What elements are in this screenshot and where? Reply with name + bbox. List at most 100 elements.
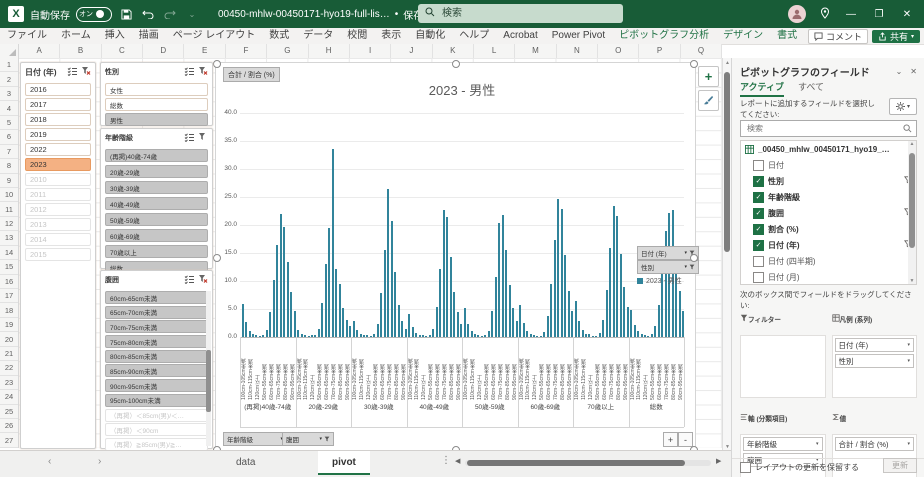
row-header-14[interactable]: 14 — [0, 246, 18, 260]
row-header-19[interactable]: 19 — [0, 318, 18, 332]
ribbon-tab-ファイル[interactable]: ファイル — [0, 28, 54, 44]
chart-field-button-gender[interactable]: 性別 ▾ — [637, 260, 699, 274]
sheet-tab-pivot[interactable]: pivot — [318, 451, 370, 475]
row-header-25[interactable]: 25 — [0, 405, 18, 419]
field-checkbox[interactable] — [753, 272, 764, 283]
field-checkbox[interactable] — [753, 256, 764, 267]
slicer-item-（再掲）＜90cm[interactable]: （再掲）＜90cm — [105, 423, 208, 436]
field-checkbox[interactable]: ✓ — [753, 192, 764, 203]
field-checkbox[interactable]: ✓ — [753, 208, 764, 219]
column-header-B[interactable]: B — [60, 44, 101, 58]
slicer-item-95cm-100cm未満[interactable]: 95cm-100cm未満 — [105, 394, 208, 407]
slicer-item-30歳-39歳[interactable]: 30歳-39歳 — [105, 181, 208, 194]
slicer-item-2023[interactable]: 2023 — [25, 158, 91, 171]
slicer-item-女性[interactable]: 女性 — [105, 83, 208, 96]
slicer-item-2010[interactable]: 2010 — [25, 173, 91, 186]
column-header-P[interactable]: P — [639, 44, 680, 58]
ribbon-tab-挿入[interactable]: 挿入 — [98, 28, 132, 44]
slicer-年齢階級[interactable]: 年齢階級(再掲)40歳-74歳20歳-29歳30歳-39歳40歳-49歳50歳-… — [100, 128, 213, 269]
redo-icon[interactable] — [162, 6, 178, 22]
area-item-年齢階級[interactable]: 年齢階級▾ — [743, 437, 823, 451]
ribbon-tab-書式[interactable]: 書式 — [770, 28, 804, 44]
column-headers[interactable]: ABCDEFGHIJKLMNOPQ — [0, 44, 722, 59]
area-item-合計 / 割合 (%)[interactable]: 合計 / 割合 (%)▾ — [835, 437, 915, 451]
row-header-15[interactable]: 15 — [0, 260, 18, 274]
column-header-M[interactable]: M — [515, 44, 556, 58]
field-row-性別[interactable]: ✓性別 — [741, 173, 916, 189]
column-header-A[interactable]: A — [19, 44, 60, 58]
column-header-C[interactable]: C — [102, 44, 143, 58]
slicer-scrollbar-thumb[interactable] — [206, 350, 211, 412]
row-header-26[interactable]: 26 — [0, 419, 18, 433]
ribbon-tab-ヘルプ[interactable]: ヘルプ — [452, 28, 496, 44]
slicer-item-2012[interactable]: 2012 — [25, 203, 91, 216]
slicer-item-65cm-70cm未満[interactable]: 65cm-70cm未満 — [105, 306, 208, 319]
field-row-日付[interactable]: 日付 — [741, 157, 916, 173]
multiselect-icon[interactable] — [67, 67, 78, 76]
row-header-6[interactable]: 6 — [0, 130, 18, 144]
column-header-Q[interactable]: Q — [681, 44, 722, 58]
slicer-item-2014[interactable]: 2014 — [25, 233, 91, 246]
row-header-24[interactable]: 24 — [0, 390, 18, 404]
tools-button[interactable]: ▾ — [889, 98, 917, 115]
row-header-27[interactable]: 27 — [0, 433, 18, 447]
row-header-2[interactable]: 2 — [0, 72, 18, 86]
slicer-item-50歳-59歳[interactable]: 50歳-59歳 — [105, 213, 208, 226]
multiselect-icon[interactable] — [184, 133, 195, 142]
defer-layout-checkbox[interactable] — [740, 462, 751, 473]
slicer-item-（再掲）＜85cm(男)/＜…[interactable]: （再掲）＜85cm(男)/＜… — [105, 409, 208, 422]
clear-filter-icon[interactable] — [81, 66, 91, 76]
clear-filter-icon[interactable] — [198, 132, 208, 142]
close-button[interactable]: ✕ — [900, 9, 914, 20]
undo-icon[interactable] — [140, 6, 156, 22]
ribbon-tab-校閲[interactable]: 校閲 — [340, 28, 374, 44]
selection-handle[interactable] — [213, 60, 221, 68]
field-checkbox[interactable] — [753, 160, 764, 171]
row-headers[interactable]: 1234567891011121314151617181920212223242… — [0, 58, 19, 448]
slicer-item-2022[interactable]: 2022 — [25, 143, 91, 156]
chart-field-button-waist[interactable]: 腹囲 ▾ — [282, 432, 334, 446]
ribbon-tab-自動化[interactable]: 自動化 — [408, 28, 452, 44]
scroll-down-icon[interactable]: ▼ — [908, 278, 916, 284]
row-header-16[interactable]: 16 — [0, 275, 18, 289]
row-header-7[interactable]: 7 — [0, 145, 18, 159]
avatar[interactable] — [788, 5, 806, 23]
column-header-O[interactable]: O — [598, 44, 639, 58]
select-all-corner[interactable] — [0, 44, 19, 58]
slicer-item-90cm-95cm未満[interactable]: 90cm-95cm未満 — [105, 379, 208, 392]
pane-search-input[interactable] — [745, 123, 903, 134]
slicer-腹囲[interactable]: 腹囲60cm-65cm未満65cm-70cm未満70cm-75cm未満75cm-… — [100, 270, 213, 449]
ribbon-tab-ページ レイアウト[interactable]: ページ レイアウト — [166, 28, 263, 44]
update-button[interactable]: 更新 — [883, 458, 917, 473]
slicer-item-70歳以上[interactable]: 70歳以上 — [105, 245, 208, 258]
row-header-9[interactable]: 9 — [0, 174, 18, 188]
area-item-日付 (年)[interactable]: 日付 (年)▾ — [835, 338, 915, 352]
autosave-toggle[interactable]: オン — [76, 7, 112, 22]
horizontal-scrollbar-thumb[interactable] — [467, 460, 685, 466]
slicer-item-80cm-85cm未満[interactable]: 80cm-85cm未満 — [105, 350, 208, 363]
row-header-4[interactable]: 4 — [0, 101, 18, 115]
slicer-item-60cm-65cm未満[interactable]: 60cm-65cm未満 — [105, 291, 208, 304]
document-title[interactable]: 00450-mhlw-00450171-hyo19-full-lis… — [218, 9, 390, 20]
area-item-性別[interactable]: 性別▾ — [835, 354, 915, 368]
row-header-10[interactable]: 10 — [0, 188, 18, 202]
field-row-年齢階級[interactable]: ✓年齢階級 — [741, 189, 916, 205]
search-input[interactable] — [440, 7, 594, 20]
vertical-scrollbar-thumb[interactable] — [724, 72, 730, 252]
selection-handle[interactable] — [690, 254, 698, 262]
tabbar-overflow-icon[interactable]: ⋮ — [441, 455, 451, 466]
chart-elements-button[interactable]: + — [698, 66, 719, 87]
ribbon-tab-表示[interactable]: 表示 — [374, 28, 408, 44]
quick-access-chevron-icon[interactable]: ⌄ — [184, 6, 200, 22]
row-header-21[interactable]: 21 — [0, 347, 18, 361]
ribbon-tab-データ[interactable]: データ — [296, 28, 340, 44]
clear-filter-icon[interactable] — [198, 66, 208, 76]
column-header-D[interactable]: D — [143, 44, 184, 58]
presence-pin-icon[interactable] — [820, 7, 830, 22]
slicer-item-2018[interactable]: 2018 — [25, 113, 91, 126]
column-header-I[interactable]: I — [350, 44, 391, 58]
field-checkbox[interactable]: ✓ — [753, 224, 764, 235]
slicer-item-2011[interactable]: 2011 — [25, 188, 91, 201]
field-row-日付 (四半期)[interactable]: 日付 (四半期) — [741, 253, 916, 269]
row-header-12[interactable]: 12 — [0, 217, 18, 231]
